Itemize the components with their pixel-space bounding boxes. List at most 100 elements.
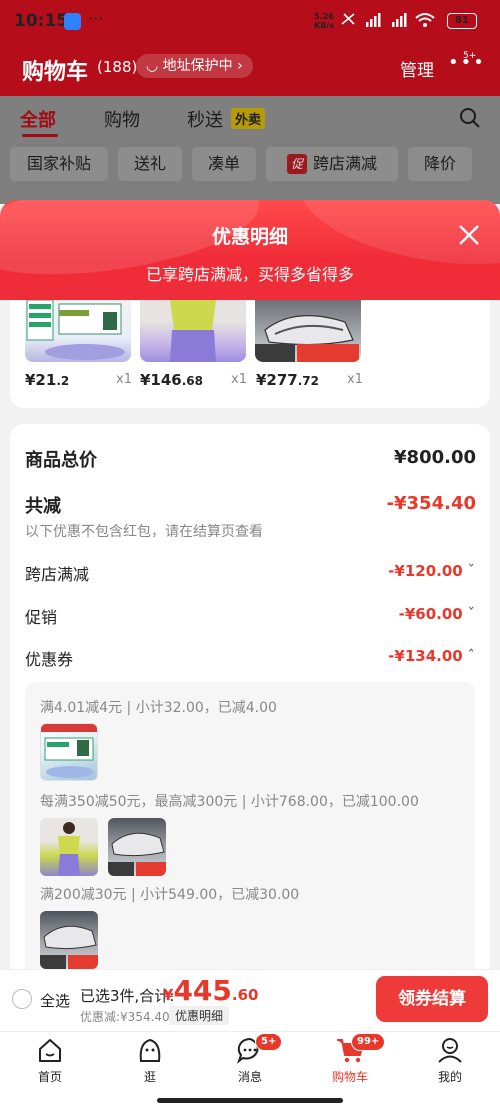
nav-home[interactable]: 首页 [20,1035,80,1085]
discount-row-value: -¥120.00 ˇ [388,562,475,580]
filter-price-drop[interactable]: 降价 [408,147,472,181]
price-cents: .68 [181,374,204,388]
manage-button[interactable]: 管理 [400,56,434,81]
promo-tag: 促 [286,154,307,174]
discount-row-value: -¥60.00 ˇ [399,605,475,623]
nav-label: 逛 [143,1070,156,1084]
profile-icon [438,1038,462,1063]
product-quantity: x1 [116,372,132,387]
discount-row-label: 促销 [25,608,58,627]
coupon-product-thumbnail[interactable] [40,818,98,876]
price-cents: .72 [297,374,320,388]
nav-browse[interactable]: 逛 [120,1035,180,1085]
price-cents: .2 [56,374,70,388]
smile-icon: ◡ [146,58,163,74]
chevron-up-icon: ˆ [462,647,475,665]
clothing-photo-icon [58,822,80,876]
coupon-product-thumbnail[interactable] [108,818,166,876]
coupon-rule: 每满350减50元，最高减300元 | 小计768.00，已减100.00 [40,794,419,810]
more-badge: 5+ [463,51,477,61]
tab-active-indicator [22,134,58,137]
network-speed-unit: KB/s [314,21,334,30]
total-reduction-label: 共减 [25,496,61,517]
signal-wifi-icons [340,10,440,34]
signal-icon [341,13,435,27]
product-price: ¥277.72 [256,371,319,389]
coupon-row[interactable]: 优惠券 -¥134.00 ˆ [25,646,475,674]
sheet-title: 优惠明细 [211,226,288,248]
selected-count: 已选3件,合计: [80,987,175,1005]
network-speed-value: 5.26 [314,12,334,21]
checkout-button[interactable]: 领券结算 [376,976,488,1022]
messages-badge: 5+ [255,1033,283,1051]
nav-profile[interactable]: 我的 [420,1035,480,1085]
price-main: ¥277 [256,371,298,389]
home-indicator[interactable] [157,1098,343,1103]
product-price: ¥21.2 [25,371,69,389]
product-quantity: x1 [231,372,247,387]
discount-amount: -¥60.00 [398,605,463,623]
discount-row-label: 跨店满减 [25,565,90,584]
nav-label: 首页 [37,1070,62,1084]
discount-amount: -¥134.00 [388,647,463,665]
discount-detail-sheet-header: 优惠明细 已享跨店满减，买得多省得多 [0,200,500,300]
app-notification-icon [64,13,81,30]
currency-symbol: ¥ [163,986,174,1004]
sneaker-photo-icon [255,315,359,362]
product-quantity: x1 [347,372,363,387]
select-all-label[interactable]: 全选 [40,990,70,1011]
total-amount: ¥445.60 [163,974,258,1007]
product-thumbnail[interactable] [255,300,361,362]
sheet-subtitle: 已享跨店满减，买得多省得多 [145,265,354,284]
price-main: ¥146 [140,371,182,389]
goods-total-value: ¥800.00 [394,447,476,468]
saved-amount: 优惠减:¥354.40 [80,1010,170,1024]
filter-gift[interactable]: 送礼 [118,147,182,181]
discount-row-label: 优惠券 [25,650,74,669]
promotion-row[interactable]: 促销 -¥60.00 ˇ [25,604,475,632]
sneaker-photo-icon [40,925,98,969]
tab-shopping[interactable]: 购物 [104,106,140,132]
nav-label: 购物车 [331,1070,368,1084]
filter-cross-store-discount[interactable]: 促跨店满减 [266,147,398,181]
address-protection-label: 地址保护中 [162,58,233,74]
filter-bundle[interactable]: 凑单 [192,147,256,181]
more-notifications-icon: ··· [88,9,104,28]
home-icon [39,1039,61,1062]
chevron-right-icon: › [232,58,243,74]
cart-badge: 99+ [351,1033,386,1051]
network-speed: 5.26 KB/s [314,12,334,30]
address-protection-button[interactable]: ◡ 地址保护中 › [136,54,253,78]
clothing-photo-icon [170,300,216,362]
coupon-rule: 满200减30元 | 小计549.00，已减30.00 [40,887,300,903]
total-cents: .60 [231,986,259,1004]
filter-national-subsidy[interactable]: 国家补贴 [10,147,108,181]
battery-icon: 81 [447,13,477,29]
product-price: ¥146.68 [140,371,203,389]
takeout-badge: 外卖 [231,108,266,129]
select-all-checkbox[interactable] [12,989,32,1009]
coupon-product-thumbnail[interactable] [40,911,98,969]
nav-label: 我的 [437,1070,462,1084]
browse-face-icon [139,1038,161,1062]
discount-detail-toggle[interactable]: 优惠明细 [169,1006,230,1025]
nav-label: 消息 [237,1070,262,1084]
close-icon[interactable] [456,222,482,248]
chevron-down-icon: ˇ [462,562,475,580]
coupon-product-thumbnail[interactable] [40,723,98,781]
filter-cross-store-label: 跨店满减 [313,154,378,173]
product-thumbnail[interactable] [25,300,131,362]
tab-all[interactable]: 全部 [20,106,56,132]
reduction-note: 以下优惠不包含红包，请在结算页查看 [25,524,263,540]
discount-row-value: -¥134.00 ˆ [388,647,475,665]
cart-count: (188) [97,58,138,76]
medicine-box-icon [26,300,125,360]
tab-flash-delivery[interactable]: 秒送 [187,106,223,132]
search-icon[interactable] [458,106,482,130]
total-reduction-value: -¥354.40 [386,493,476,514]
total-integer: 445 [173,974,232,1007]
price-main: ¥21 [25,371,57,389]
cross-store-discount-row[interactable]: 跨店满减 -¥120.00 ˇ [25,561,475,589]
discount-amount: -¥120.00 [388,562,463,580]
product-thumbnail[interactable] [140,300,246,362]
